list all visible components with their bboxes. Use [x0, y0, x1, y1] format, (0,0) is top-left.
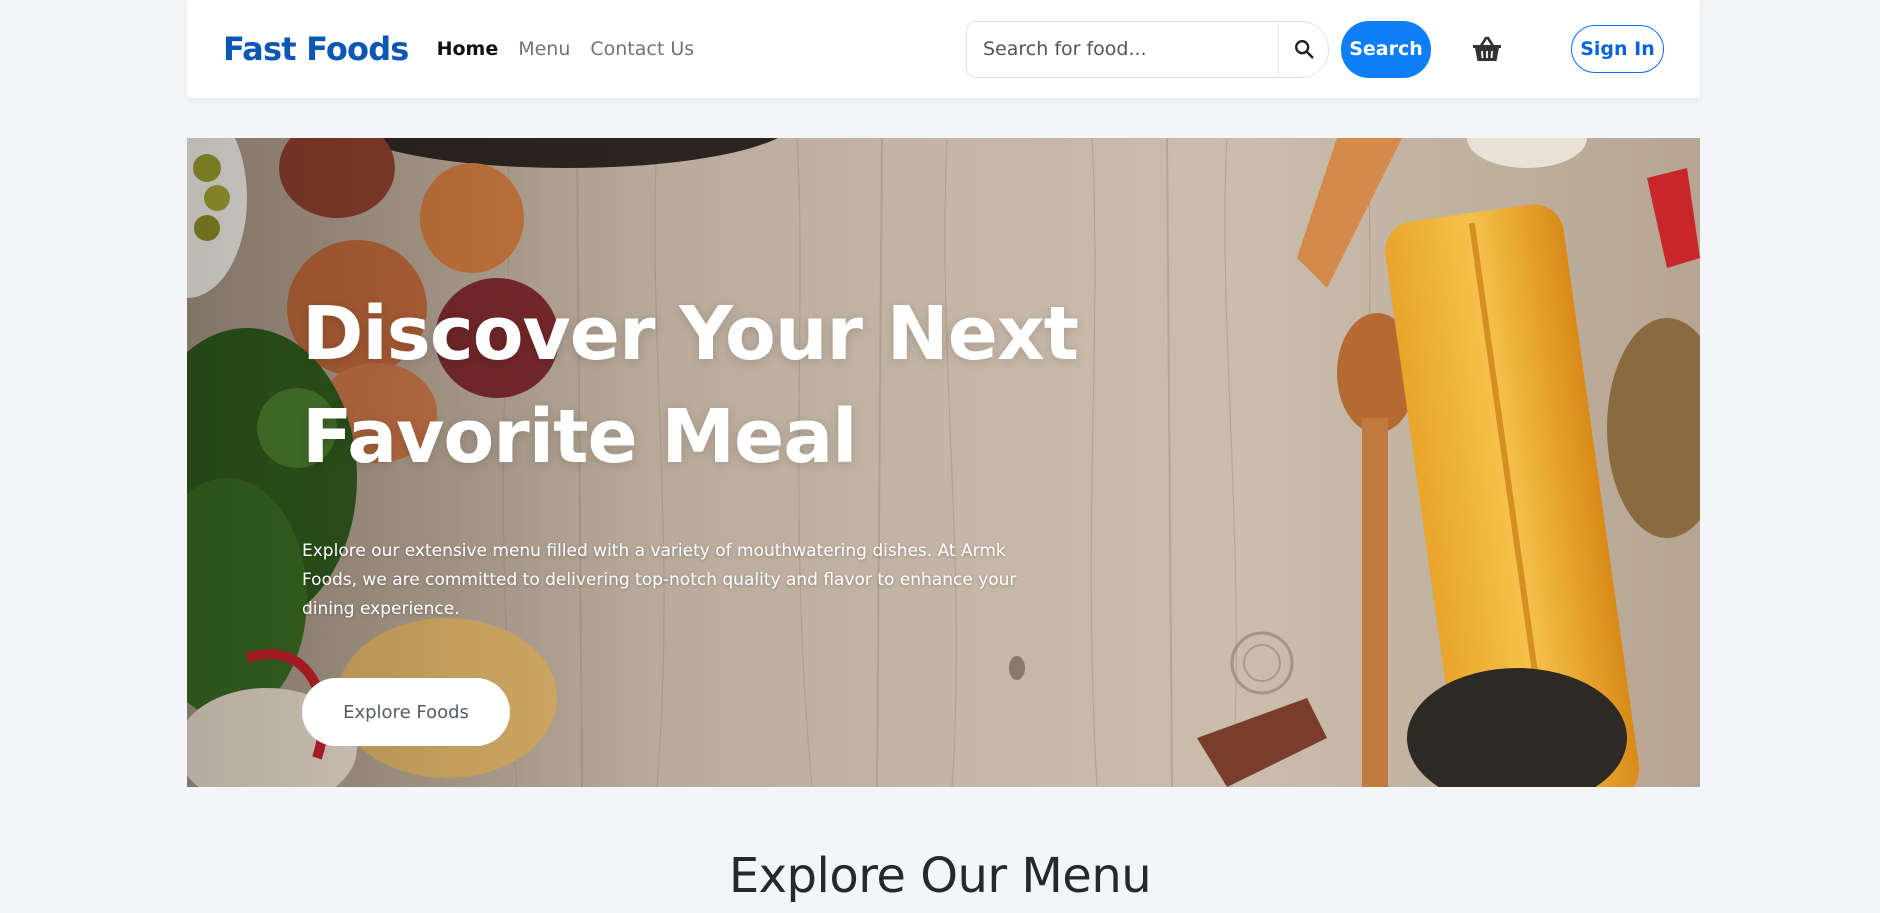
explore-foods-button[interactable]: Explore Foods — [302, 678, 510, 746]
nav-right: Search Sign In — [966, 20, 1664, 78]
search-input[interactable] — [967, 21, 1278, 77]
hero-title: Discover Your Next Favorite Meal — [302, 283, 1102, 489]
hero-title-line-1: Discover Your Next — [302, 291, 1079, 377]
navbar: Fast Foods Home Menu Contact Us Search f… — [187, 0, 1700, 98]
hero-content: Discover Your Next Favorite Meal Explore… — [302, 283, 1102, 746]
nav-link-home[interactable]: Home — [437, 38, 499, 60]
hero-banner: Discover Your Next Favorite Meal Explore… — [187, 138, 1700, 787]
search-icon[interactable] — [1278, 21, 1328, 77]
nav-link-menu[interactable]: Menu — [518, 38, 570, 60]
search-group — [966, 20, 1329, 78]
section-title: Explore Our Menu — [728, 848, 1152, 904]
hero-title-line-2: Favorite Meal — [302, 394, 858, 480]
nav-link-contact[interactable]: Contact Us — [590, 38, 694, 60]
hero-description: Explore our extensive menu filled with a… — [302, 541, 1017, 619]
basket-icon[interactable] — [1469, 31, 1505, 67]
sign-in-button[interactable]: Sign In — [1571, 25, 1664, 73]
brand-logo[interactable]: Fast Foods — [223, 30, 409, 68]
nav-links: Home Menu Contact Us — [437, 38, 695, 60]
search-button[interactable]: Search — [1341, 20, 1431, 78]
page: Fast Foods Home Menu Contact Us Search f… — [0, 0, 1880, 913]
